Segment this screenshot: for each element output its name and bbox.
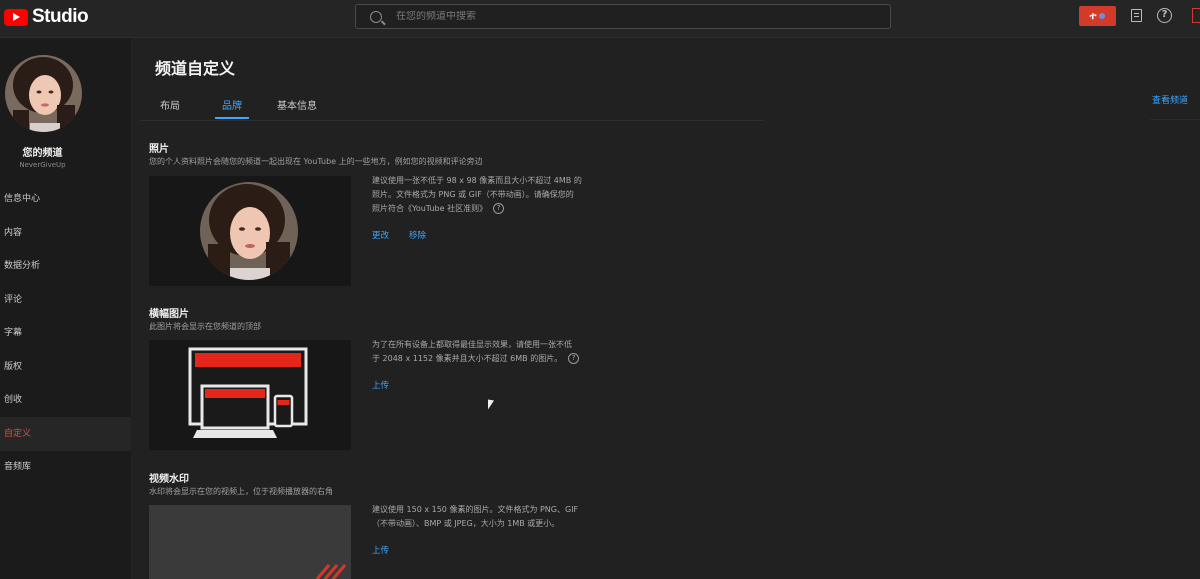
- header-divider: [1150, 119, 1200, 120]
- photo-desc-text: 照片符合《YouTube 社区准则》: [372, 204, 488, 213]
- upload-watermark-button[interactable]: 上传: [372, 544, 389, 556]
- status-dot: [1099, 13, 1106, 19]
- watermark-desc-line: （不带动画）、BMP 或 JPEG，大小为 1MB 或更小。: [372, 519, 560, 528]
- banner-section-title: 横幅图片: [149, 309, 189, 320]
- watermark-description: 建议使用 150 x 150 像素的图片。文件格式为 PNG、GIF （不带动画…: [372, 503, 607, 531]
- sidebar-item-copyright[interactable]: 版权: [0, 350, 131, 384]
- channel-avatar[interactable]: [5, 55, 82, 132]
- sidebar: 您的频道 NeverGiveUp 信息中心 内容 数据分析 评论 字幕 版权 创…: [0, 38, 131, 579]
- sidebar-item-monetization[interactable]: 创收: [0, 383, 131, 417]
- search-box[interactable]: [355, 4, 891, 29]
- sidebar-item-analytics[interactable]: 数据分析: [0, 249, 131, 283]
- banner-desc-line: 为了在所有设备上都取得最佳显示效果，请使用一张不低: [372, 340, 572, 349]
- banner-desc-line: 于 2048 x 1152 像素并且大小不超过 6MB 的图片。?: [372, 352, 607, 366]
- mouse-cursor-icon: [488, 399, 494, 411]
- sidebar-item-subtitles[interactable]: 字幕: [0, 316, 131, 350]
- devices-illustration: [188, 347, 308, 438]
- channel-name: 您的频道: [22, 148, 63, 159]
- remove-photo-button[interactable]: 移除: [409, 229, 426, 241]
- sidebar-item-content[interactable]: 内容: [0, 216, 131, 250]
- channel-handle: NeverGiveUp: [19, 161, 66, 169]
- change-photo-button[interactable]: 更改: [372, 229, 389, 241]
- help-question-icon[interactable]: ?: [493, 203, 505, 214]
- watermark-section-title: 视频水印: [149, 474, 189, 485]
- search-icon: [370, 10, 382, 23]
- photo-desc-line: 照片。文件格式为 PNG 或 GIF（不带动画）。请确保您的: [372, 190, 574, 199]
- page-title: 频道自定义: [155, 59, 236, 78]
- account-icon[interactable]: [1192, 8, 1200, 23]
- view-channel-link[interactable]: 查看频道: [1152, 93, 1188, 106]
- watermark-illustration: [315, 564, 347, 579]
- sidebar-item-customization[interactable]: 自定义: [0, 417, 131, 451]
- photo-description: 建议使用一张不低于 98 x 98 像素而且大小不超过 4MB 的 照片。文件格…: [372, 174, 607, 216]
- photo-section-subtitle: 您的个人资料照片会随您的频道一起出现在 YouTube 上的一些地方，例如您的视…: [149, 157, 483, 166]
- sidebar-item-audio-library[interactable]: 音频库: [0, 450, 131, 484]
- banner-section-subtitle: 此图片将会显示在您频道的顶部: [149, 322, 261, 331]
- help-question-icon[interactable]: ?: [568, 353, 580, 364]
- profile-photo-preview: [149, 176, 351, 286]
- upload-banner-button[interactable]: 上传: [372, 379, 389, 391]
- sidebar-item-comments[interactable]: 评论: [0, 283, 131, 317]
- tabs-divider: [140, 120, 763, 121]
- photo-desc-line: 建议使用一张不低于 98 x 98 像素而且大小不超过 4MB 的: [372, 176, 582, 185]
- watermark-preview: [149, 505, 351, 579]
- search-input[interactable]: [396, 11, 876, 22]
- watermark-desc-line: 建议使用 150 x 150 像素的图片。文件格式为 PNG、GIF: [372, 505, 579, 514]
- active-tab-indicator: [215, 117, 249, 119]
- banner-desc-text: 于 2048 x 1152 像素并且大小不超过 6MB 的图片。: [372, 354, 563, 363]
- sidebar-item-dashboard[interactable]: 信息中心: [0, 182, 131, 216]
- create-button[interactable]: ተ: [1079, 6, 1116, 26]
- tab-basic-info[interactable]: 基本信息: [277, 97, 317, 112]
- studio-label: Studio: [32, 6, 89, 27]
- help-icon[interactable]: ?: [1157, 8, 1172, 23]
- photo-desc-line: 照片符合《YouTube 社区准则》?: [372, 202, 607, 216]
- create-video-icon: ተ: [1089, 10, 1097, 22]
- tab-branding[interactable]: 品牌: [222, 97, 242, 112]
- banner-description: 为了在所有设备上都取得最佳显示效果，请使用一张不低 于 2048 x 1152 …: [372, 338, 607, 366]
- watermark-section-subtitle: 水印将会显示在您的视频上，位于视频播放器的右角: [149, 487, 333, 496]
- photo-section-title: 照片: [149, 144, 169, 155]
- tab-layout[interactable]: 布局: [160, 97, 180, 112]
- feedback-icon[interactable]: [1131, 9, 1142, 22]
- top-bar: Studio ተ ?: [0, 0, 1200, 38]
- studio-logo[interactable]: Studio: [4, 6, 89, 28]
- youtube-logo-icon: [4, 8, 28, 26]
- banner-preview: [149, 340, 351, 450]
- profile-photo: [200, 182, 298, 280]
